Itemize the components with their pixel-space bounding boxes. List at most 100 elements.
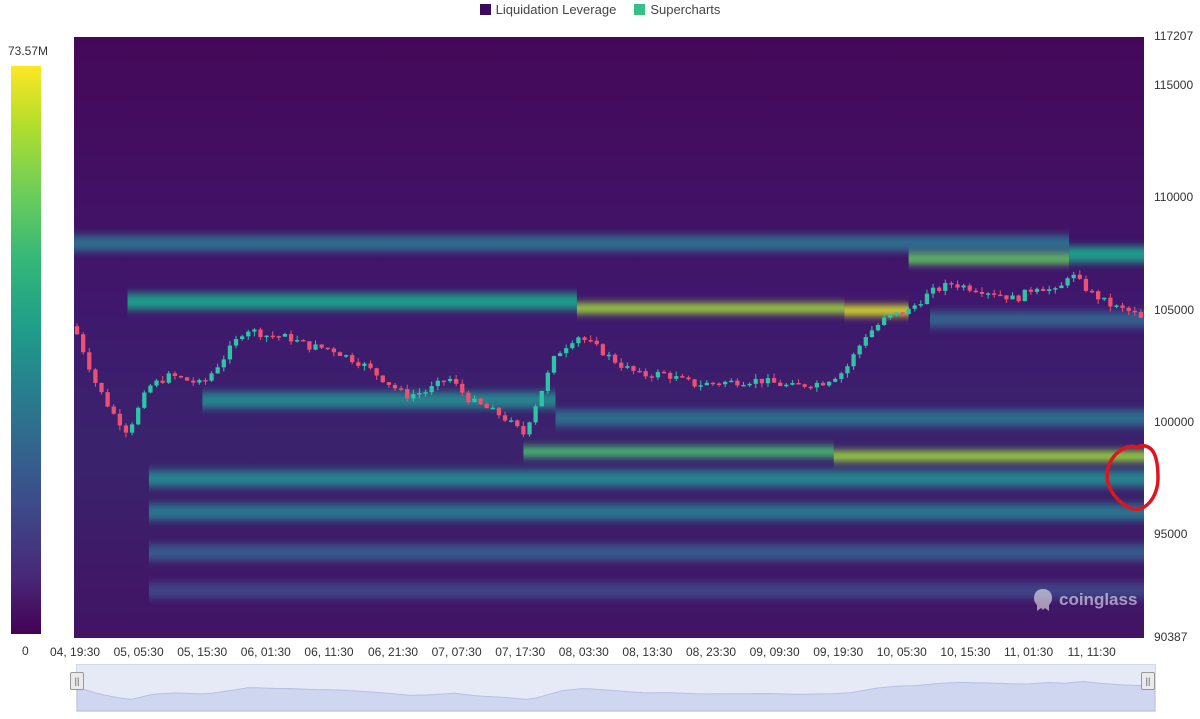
- candle-body: [1040, 288, 1046, 292]
- candle-body: [649, 376, 654, 378]
- candle-body: [313, 344, 318, 350]
- candle-body: [258, 329, 263, 338]
- candle-body: [1083, 278, 1089, 291]
- liquidation-band-11: [148, 470, 1144, 487]
- candle-body: [1065, 278, 1070, 286]
- x-tick-label: 08, 03:30: [558, 645, 609, 659]
- candle-body: [1108, 297, 1113, 307]
- candle-body: [570, 343, 575, 349]
- candle-body: [894, 312, 899, 315]
- candle-body: [136, 407, 141, 425]
- watermark-text: coinglass: [1059, 590, 1138, 609]
- candle-body: [117, 413, 122, 426]
- candle-body: [955, 284, 960, 288]
- candle-body: [178, 376, 184, 378]
- candle-body: [747, 383, 752, 386]
- y-tick-label: 100000: [1154, 414, 1195, 429]
- candle-body: [148, 385, 153, 393]
- candle-body: [484, 404, 489, 409]
- candle-body: [172, 373, 178, 377]
- candle-body: [123, 425, 129, 433]
- candle-body: [1022, 289, 1027, 302]
- candle-body: [771, 378, 777, 383]
- navigator-right-handle[interactable]: ||: [1141, 672, 1155, 690]
- heatmap-plot-area[interactable]: [74, 37, 1144, 638]
- candle-body: [949, 283, 954, 285]
- candle-body: [240, 336, 245, 340]
- candle-body: [973, 290, 978, 293]
- navigator-left-handle[interactable]: ||: [70, 672, 84, 690]
- candle-body: [826, 381, 832, 386]
- candle-body: [814, 382, 820, 388]
- x-tick-label: 11, 01:30: [1004, 645, 1054, 659]
- candle-body: [380, 375, 385, 383]
- liquidation-band-0: [74, 235, 1070, 252]
- candle-body: [668, 372, 673, 379]
- liquidation-band-10: [833, 451, 1144, 462]
- candle-body: [882, 317, 887, 325]
- candle-body: [502, 415, 508, 421]
- candle-body: [545, 372, 550, 391]
- candle-body: [319, 344, 324, 348]
- candle-body: [423, 392, 428, 394]
- candle-body: [301, 340, 306, 342]
- candle-body: [1053, 288, 1058, 290]
- candle-body: [209, 373, 214, 381]
- candle-body: [924, 293, 930, 305]
- candle-body: [374, 368, 379, 376]
- candle-body: [1120, 305, 1125, 308]
- candle-body: [466, 392, 471, 403]
- candle-body: [233, 339, 239, 346]
- candle-body: [875, 324, 881, 331]
- legend-item-supercharts[interactable]: Supercharts: [634, 2, 720, 17]
- candle-body: [619, 362, 624, 368]
- candle-body: [1010, 295, 1015, 300]
- y-tick-label: 117207: [1154, 29, 1194, 43]
- legend-item-liquidation-leverage[interactable]: Liquidation Leverage: [479, 2, 617, 17]
- candle-body: [588, 340, 593, 342]
- liquidation-band-9: [523, 446, 834, 457]
- candle-body: [796, 382, 801, 385]
- candle-body: [576, 337, 581, 344]
- candle-body: [869, 330, 875, 338]
- candle-body: [331, 348, 336, 353]
- candle-body: [594, 340, 599, 345]
- candle-body: [74, 326, 80, 335]
- candle-body: [1132, 310, 1137, 313]
- candle-body: [362, 363, 367, 366]
- candle-body: [1034, 288, 1040, 292]
- candle-body: [845, 366, 850, 374]
- candle-body: [215, 367, 220, 374]
- candle-body: [1077, 274, 1082, 279]
- x-tick-label: 07, 07:30: [431, 645, 482, 659]
- x-tick-label: 10, 05:30: [876, 645, 927, 659]
- candle-body: [515, 420, 520, 427]
- candle-body: [839, 373, 844, 379]
- candle-body: [729, 380, 734, 383]
- candle-body: [429, 386, 434, 393]
- legend-label-liquidation-leverage: Liquidation Leverage: [495, 2, 617, 17]
- colorbar-min-label: 0: [22, 644, 29, 658]
- candle-body: [87, 352, 92, 370]
- candle-body: [912, 305, 917, 309]
- legend-swatch-supercharts: [634, 4, 646, 15]
- candle-body: [918, 304, 923, 306]
- x-tick-label: 10, 15:30: [940, 645, 991, 659]
- candle-body: [851, 354, 856, 367]
- candle-body: [686, 377, 691, 380]
- candle-body: [643, 371, 648, 377]
- candle-body: [521, 426, 526, 435]
- candle-body: [460, 383, 465, 393]
- candle-body: [264, 335, 269, 338]
- y-tick-label: 90387: [1154, 630, 1188, 644]
- candle-body: [1114, 305, 1119, 307]
- candle-body: [184, 377, 190, 381]
- candle-body: [295, 340, 300, 342]
- candle-body: [478, 398, 483, 405]
- candle-body: [1004, 295, 1009, 300]
- candle-body: [527, 422, 532, 435]
- candle-body: [937, 287, 942, 291]
- chart-legend: Liquidation Leverage Supercharts: [0, 2, 1200, 17]
- time-range-navigator[interactable]: [76, 664, 1156, 712]
- navigator-preview-svg: [76, 680, 1156, 712]
